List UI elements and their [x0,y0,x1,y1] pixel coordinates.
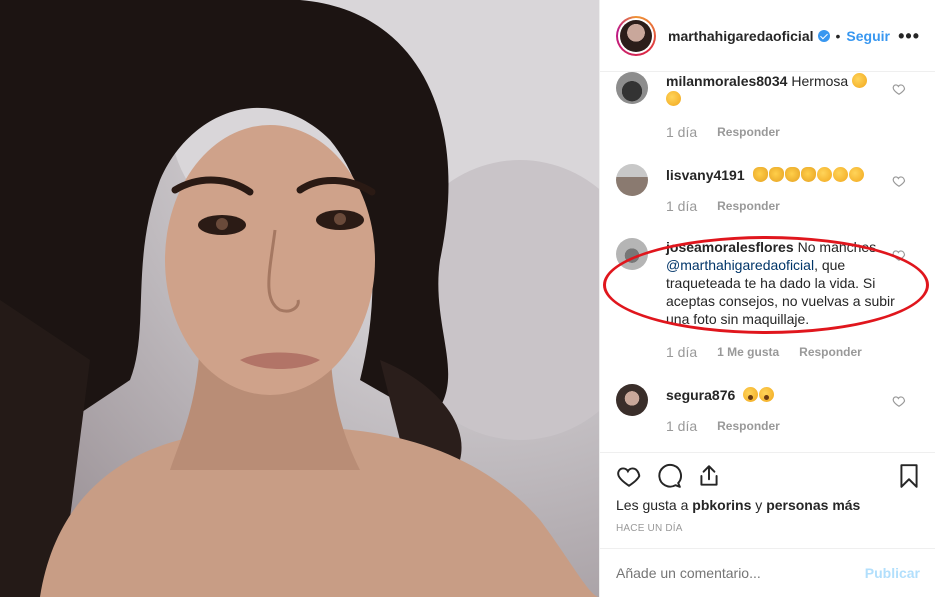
header-username[interactable]: marthahigaredaoficial [668,28,814,44]
clap-emoji-icon [800,167,816,182]
comment-meta: 1 día Responder [666,418,800,434]
comment-avatar[interactable] [616,384,648,416]
likes-others-link[interactable]: personas más [766,497,860,513]
comment-username[interactable]: milanmorales8034 [666,73,787,89]
comment-text: Hermosa [791,73,849,89]
post-actions: Les gusta a pbkorins y personas más HACE… [600,452,935,542]
likes-joiner: y [755,497,763,513]
comment-meta: 1 día 1 Me gusta Responder [666,344,882,360]
comment-username[interactable]: lisvany4191 [666,167,745,183]
likes-prefix: Les gusta a [616,497,689,513]
comment-like-heart-icon[interactable] [892,174,906,188]
share-icon[interactable] [696,463,722,489]
liked-by-username[interactable]: pbkorins [692,497,751,513]
comment-time[interactable]: 1 día [666,124,697,140]
comment-input[interactable] [616,565,846,581]
comment-likes-count[interactable]: 1 Me gusta [717,345,779,359]
reply-button[interactable]: Responder [717,199,780,213]
comment-body: segura876 [666,386,896,404]
comment-body: milanmorales8034 Hermosa [666,72,896,108]
astonished-emoji-icon [759,387,775,402]
comment-icon[interactable] [656,463,682,489]
post-side-panel: marthahigaredaoficial • Seguir ••• milan… [599,0,935,597]
comment-like-heart-icon[interactable] [892,248,906,262]
kiss-emoji-icon [666,91,681,106]
clap-emoji-icon [768,167,784,182]
comment-body: lisvany4191 [666,166,896,184]
kiss-emoji-icon [832,167,848,182]
post-photo[interactable] [0,0,599,597]
add-comment-bar: Publicar [600,548,935,597]
likes-summary: Les gusta a pbkorins y personas más [616,497,860,513]
kiss-emoji-icon [848,167,864,182]
comment-meta: 1 día Responder [666,124,800,140]
comment-avatar[interactable] [616,72,648,104]
action-icons-row [616,463,922,489]
comment-text: No manches [797,239,877,255]
comment-username[interactable]: segura876 [666,387,735,403]
post-header: marthahigaredaoficial • Seguir ••• [600,0,935,72]
bookmark-icon[interactable] [896,463,922,489]
reply-button[interactable]: Responder [717,419,780,433]
comment-avatar[interactable] [616,238,648,270]
verified-badge-icon [817,29,830,42]
comment-like-heart-icon[interactable] [892,82,906,96]
comment-mention-link[interactable]: @marthahigaredaoficial [666,257,814,273]
clap-emoji-icon [784,167,800,182]
comment-time[interactable]: 1 día [666,198,697,214]
reply-button[interactable]: Responder [799,345,862,359]
kiss-emoji-icon [816,167,832,182]
post-timestamp[interactable]: HACE UN DÍA [616,523,683,534]
publish-button[interactable]: Publicar [865,565,920,581]
post-photo-illustration [0,0,599,597]
follow-button[interactable]: Seguir [846,28,890,44]
reply-button[interactable]: Responder [717,125,780,139]
comment-time[interactable]: 1 día [666,418,697,434]
comment-avatar[interactable] [616,164,648,196]
profile-avatar[interactable] [616,15,656,56]
comments-list[interactable]: milanmorales8034 Hermosa 1 día Responder … [600,72,935,452]
header-separator: • [835,27,841,44]
comment-time[interactable]: 1 día [666,344,697,360]
more-options-icon[interactable]: ••• [898,26,920,47]
kiss-emoji-icon [852,73,868,88]
clap-emoji-icon [752,167,768,182]
heart-icon[interactable] [616,463,642,489]
comment-body: joseamoralesflores No manches @marthahiga… [666,238,896,328]
comment-like-heart-icon[interactable] [892,394,906,408]
comment-username[interactable]: joseamoralesflores [666,239,794,255]
astonished-emoji-icon [743,387,759,402]
comment-meta: 1 día Responder [666,198,800,214]
